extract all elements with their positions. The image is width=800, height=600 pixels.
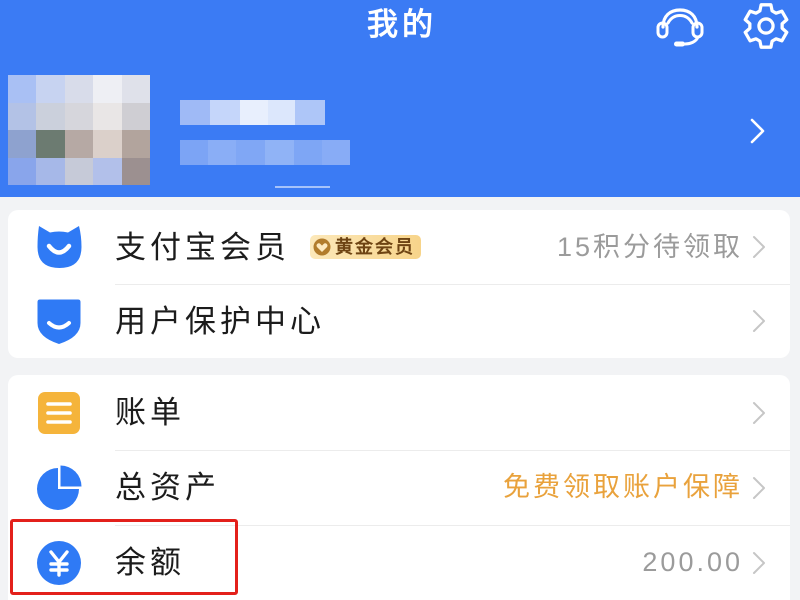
name-pixel	[265, 140, 294, 165]
menu-item-label: 余额	[115, 545, 185, 580]
row-main: 余额	[115, 525, 185, 600]
menu-item-user-protection[interactable]: 用户保护中心	[8, 284, 790, 358]
avatar-pixel	[36, 130, 65, 158]
avatar-pixel	[93, 75, 122, 103]
shield-icon	[37, 299, 81, 344]
avatar	[8, 75, 150, 185]
name-pixel	[180, 100, 210, 125]
chevron-right-icon	[753, 401, 765, 424]
username-pixelated	[180, 100, 325, 125]
menu-item-balance[interactable]: 余额 200.00	[8, 525, 790, 600]
customer-service-button[interactable]	[654, 5, 706, 47]
profile-header[interactable]	[0, 62, 800, 197]
header: 我的	[0, 0, 800, 197]
menu-item-label: 用户保护中心	[115, 303, 325, 339]
avatar-pixel	[121, 75, 150, 103]
row-main: 账单	[115, 375, 185, 450]
name-pixel	[240, 100, 268, 125]
member-badge-icon	[37, 226, 82, 268]
avatar-pixel	[8, 75, 37, 103]
avatar-pixel	[93, 157, 122, 185]
name-pixel	[295, 100, 325, 125]
avatar-pixel	[64, 102, 94, 130]
badge-label: 黄金会员	[335, 237, 415, 257]
chevron-right-icon	[753, 236, 765, 258]
gold-member-icon	[313, 238, 331, 256]
name-pixel	[236, 140, 265, 165]
avatar-pixel	[93, 102, 122, 130]
gear-icon	[743, 3, 789, 49]
row-main: 总资产	[115, 450, 220, 525]
membership-card: 支付宝会员 黄金会员 15积分待领取 用户保护中心	[8, 210, 790, 358]
avatar-pixel	[64, 75, 94, 103]
account-protection-promo: 免费领取账户保障	[503, 472, 743, 502]
menu-item-bills[interactable]: 账单	[8, 375, 790, 450]
avatar-pixel	[93, 130, 122, 158]
balance-amount: 200.00	[642, 547, 743, 577]
name-pixel	[208, 140, 236, 165]
name-pixel	[322, 140, 350, 165]
avatar-pixel	[36, 157, 65, 185]
headset-icon	[656, 8, 704, 47]
yuan-coin-icon	[37, 540, 81, 585]
menu-item-label: 总资产	[115, 470, 220, 505]
avatar-pixel	[8, 102, 37, 130]
name-pixel	[210, 100, 240, 125]
gold-member-badge: 黄金会员	[310, 235, 421, 259]
avatar-pixel	[121, 157, 150, 185]
finance-card: 账单 总资产 免费领取账户保障 余额 200.00	[8, 375, 790, 600]
row-main: 用户保护中心	[115, 284, 325, 358]
avatar-pixel	[36, 75, 65, 103]
menu-item-label: 支付宝会员	[115, 229, 290, 265]
account-pixelated	[180, 140, 350, 165]
username-underline	[275, 186, 330, 188]
pie-chart-icon	[37, 465, 82, 510]
avatar-pixel	[121, 130, 150, 158]
name-pixel	[180, 140, 208, 165]
menu-item-total-assets[interactable]: 总资产 免费领取账户保障	[8, 450, 790, 525]
menu-item-membership[interactable]: 支付宝会员 黄金会员 15积分待领取	[8, 210, 790, 284]
chevron-right-icon	[753, 476, 765, 499]
chevron-right-icon	[753, 551, 765, 574]
row-main: 支付宝会员 黄金会员	[115, 210, 421, 284]
name-pixel	[294, 140, 322, 165]
chevron-right-icon	[750, 118, 765, 144]
avatar-pixel	[8, 157, 37, 185]
avatar-pixel	[36, 102, 65, 130]
bill-list-icon	[38, 391, 80, 434]
avatar-pixel	[121, 102, 150, 130]
avatar-pixel	[64, 130, 94, 158]
menu-item-label: 账单	[115, 395, 185, 430]
avatar-pixel	[8, 130, 37, 158]
points-hint: 15积分待领取	[556, 231, 743, 262]
name-pixel	[268, 100, 295, 125]
avatar-pixel	[64, 157, 94, 185]
chevron-right-icon	[753, 310, 765, 332]
settings-button[interactable]	[741, 1, 791, 51]
